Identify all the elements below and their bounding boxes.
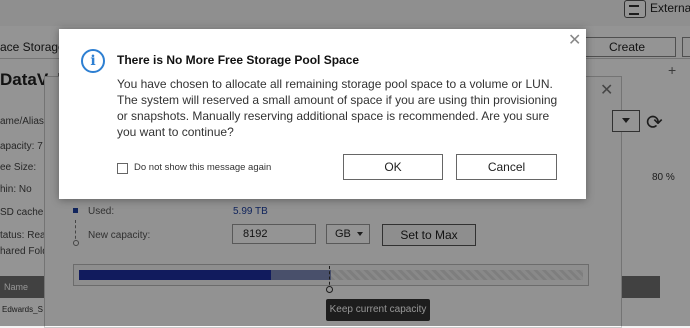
dialog-message: You have chosen to allocate all remainin…	[117, 77, 558, 139]
close-icon[interactable]: ✕	[568, 33, 581, 49]
ok-button[interactable]: OK	[343, 154, 443, 180]
info-icon: i	[81, 49, 105, 73]
cancel-button[interactable]: Cancel	[456, 154, 557, 180]
confirm-dialog: ✕ i There is No More Free Storage Pool S…	[59, 29, 586, 199]
dont-show-again-checkbox[interactable]	[117, 163, 128, 174]
dont-show-again-label[interactable]: Do not show this message again	[134, 162, 271, 173]
dialog-title: There is No More Free Storage Pool Space	[117, 53, 360, 67]
